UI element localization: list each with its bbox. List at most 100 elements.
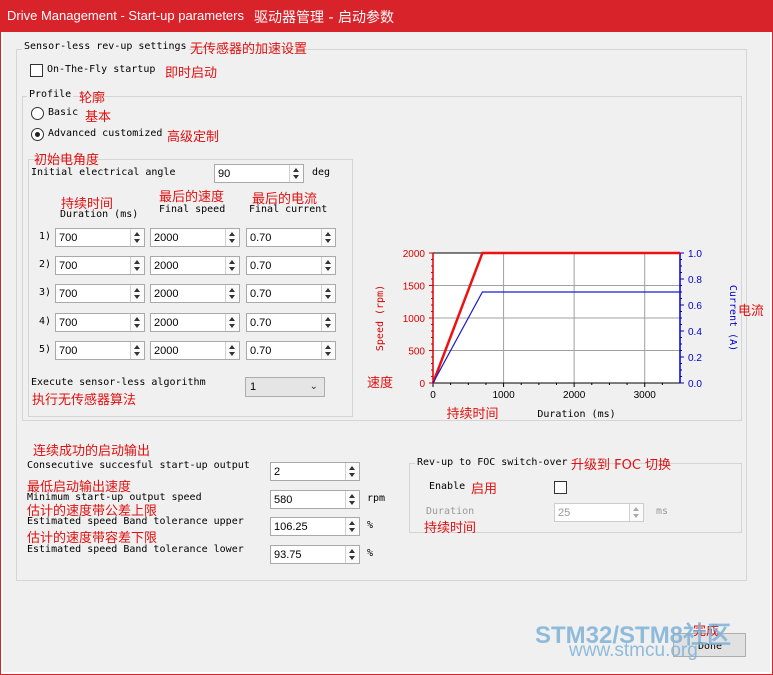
stepper-up-icon[interactable] <box>134 288 140 292</box>
stepper-up-icon[interactable] <box>349 466 355 470</box>
y-left-tick-label: 2000 <box>403 249 426 260</box>
switchover-enable-label: Enable <box>429 481 466 492</box>
y-right-tick-label: 0.6 <box>688 301 702 312</box>
window-title: Drive Management - Start-up parameters <box>7 8 244 23</box>
final-current-stepper[interactable]: 0.70 <box>246 228 336 247</box>
speed-band-lower-stepper[interactable]: 93.75 <box>270 545 360 564</box>
stepper-down-icon[interactable] <box>134 239 140 243</box>
duration-stepper[interactable]: 700 <box>55 256 145 275</box>
stepper-up-icon[interactable] <box>293 168 299 172</box>
stepper-up-icon[interactable] <box>229 260 235 264</box>
duration-stepper[interactable]: 700 <box>55 341 145 360</box>
min-output-speed-stepper[interactable]: 580 <box>270 490 360 509</box>
stepper-down-icon[interactable] <box>134 324 140 328</box>
stepper-up-icon[interactable] <box>633 507 639 511</box>
stepper-down-icon[interactable] <box>325 295 331 299</box>
y-right-tick-label: 0.4 <box>688 327 702 338</box>
stepper-down-icon[interactable] <box>134 267 140 271</box>
final-speed-header-translation: 最后的速度 <box>159 190 225 205</box>
stepper-down-icon[interactable] <box>325 267 331 271</box>
stepper-down-icon[interactable] <box>349 473 355 477</box>
final-current-stepper[interactable]: 0.70 <box>246 284 336 303</box>
duration-stepper[interactable]: 700 <box>55 284 145 303</box>
chevron-down-icon: ⌄ <box>309 381 318 392</box>
stepper-up-icon[interactable] <box>325 317 331 321</box>
stepper-down-icon[interactable] <box>325 352 331 356</box>
row-index: 1) <box>39 231 52 242</box>
advanced-customized-label: Advanced customized <box>48 128 163 139</box>
stepper-down-icon[interactable] <box>293 175 299 179</box>
stepper-up-icon[interactable] <box>134 345 140 349</box>
stepper-up-icon[interactable] <box>134 317 140 321</box>
stepper-down-icon[interactable] <box>229 324 235 328</box>
consecutive-output-stepper[interactable]: 2 <box>270 462 360 481</box>
startup-profile-chart: 0 1000 2000 3000 0 500 1000 1500 2000 0.0 0.2 0.4 0.… <box>367 249 763 422</box>
watermark-url: www.stmcu.org <box>569 640 698 661</box>
final-speed-stepper[interactable]: 2000 <box>150 284 240 303</box>
speed-band-upper-stepper[interactable]: 106.25 <box>270 517 360 536</box>
final-speed-header: Final speed <box>159 204 226 215</box>
duration-stepper[interactable]: 700 <box>55 313 145 332</box>
stepper-down-icon[interactable] <box>325 324 331 328</box>
final-speed-stepper[interactable]: 2000 <box>150 313 240 332</box>
stepper-up-icon[interactable] <box>325 288 331 292</box>
stepper-down-icon[interactable] <box>134 295 140 299</box>
stepper-down-icon[interactable] <box>349 501 355 505</box>
title-bar[interactable]: Drive Management - Start-up parameters 驱… <box>1 1 772 32</box>
speed-band-lower-unit: % <box>367 548 374 559</box>
final-current-stepper[interactable]: 0.70 <box>246 341 336 360</box>
stepper-down-icon[interactable] <box>349 556 355 560</box>
y-right-axis-label-translation: 电流 <box>738 304 763 319</box>
stepper-down-icon[interactable] <box>134 352 140 356</box>
stepper-up-icon[interactable] <box>325 232 331 236</box>
duration-stepper[interactable]: 700 <box>55 228 145 247</box>
final-speed-stepper[interactable]: 2000 <box>150 228 240 247</box>
final-current-stepper[interactable]: 0.70 <box>246 256 336 275</box>
onthefly-checkbox[interactable] <box>30 64 43 77</box>
advanced-customized-radio[interactable] <box>31 128 44 141</box>
stepper-up-icon[interactable] <box>325 260 331 264</box>
stepper-down-icon[interactable] <box>325 239 331 243</box>
basic-label: Basic <box>48 107 79 118</box>
window-title-translation: 驱动器管理 - 启动参数 <box>254 10 394 26</box>
switchover-enable-checkbox[interactable] <box>554 481 567 494</box>
basic-radio[interactable] <box>31 107 44 120</box>
stepper-down-icon[interactable] <box>349 528 355 532</box>
profile-translation: 轮廓 <box>79 91 106 106</box>
x-axis-label: Duration (ms) <box>537 409 615 420</box>
stepper-up-icon[interactable] <box>229 345 235 349</box>
sensorless-settings-label: Sensor-less rev-up settings <box>22 41 189 52</box>
y-left-tick-label: 0 <box>419 379 425 390</box>
stepper-up-icon[interactable] <box>134 260 140 264</box>
stepper-up-icon[interactable] <box>229 317 235 321</box>
startup-parameters-window: Drive Management - Start-up parameters 驱… <box>0 0 773 675</box>
initial-angle-stepper[interactable]: 90 <box>214 164 304 183</box>
stepper-up-icon[interactable] <box>229 288 235 292</box>
final-current-header: Final current <box>249 204 328 215</box>
stepper-up-icon[interactable] <box>349 521 355 525</box>
stepper-down-icon[interactable] <box>229 267 235 271</box>
switchover-enable-translation: 启用 <box>471 482 498 497</box>
initial-angle-label: Initial electrical angle <box>31 167 176 178</box>
stepper-up-icon[interactable] <box>229 232 235 236</box>
execute-algorithm-select[interactable]: 1 ⌄ <box>245 377 325 397</box>
switchover-duration-stepper[interactable]: 25 <box>554 503 644 522</box>
advanced-customized-translation: 高级定制 <box>167 130 220 145</box>
stepper-down-icon[interactable] <box>633 514 639 518</box>
stepper-down-icon[interactable] <box>229 352 235 356</box>
y-right-tick-label: 0.2 <box>688 353 702 364</box>
final-speed-stepper[interactable]: 2000 <box>150 256 240 275</box>
y-left-tick-label: 500 <box>408 347 425 358</box>
stepper-up-icon[interactable] <box>134 232 140 236</box>
switchover-translation: 升级到 FOC 切换 <box>571 458 672 473</box>
stepper-up-icon[interactable] <box>349 549 355 553</box>
x-tick-label: 3000 <box>634 390 657 401</box>
stepper-up-icon[interactable] <box>325 345 331 349</box>
final-current-stepper[interactable]: 0.70 <box>246 313 336 332</box>
stepper-down-icon[interactable] <box>229 295 235 299</box>
stepper-down-icon[interactable] <box>229 239 235 243</box>
final-speed-stepper[interactable]: 2000 <box>150 341 240 360</box>
stepper-up-icon[interactable] <box>349 494 355 498</box>
consecutive-output-translation: 连续成功的启动输出 <box>33 444 151 459</box>
speed-band-lower-label: Estimated speed Band tolerance lower <box>27 544 244 555</box>
